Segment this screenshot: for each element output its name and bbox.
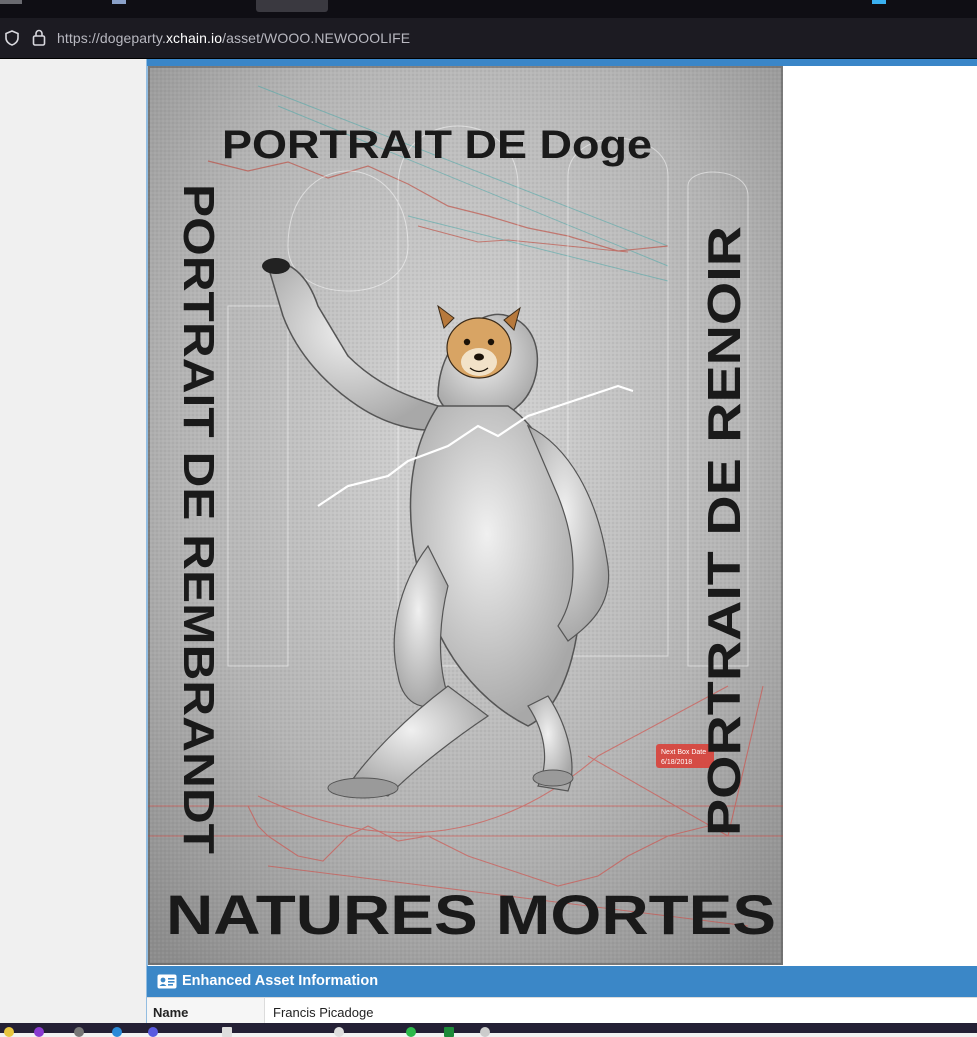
url-path: /asset/WOOO.NEWOOOLIFE [222,30,411,46]
artwork-left-text: PORTRAIT DE REMBRANDT [174,184,223,854]
taskbar-start-icon[interactable] [4,1027,14,1037]
extension-icon[interactable] [872,0,886,4]
artwork-title: PORTRAIT DE Doge [222,123,652,167]
taskbar-app-icon[interactable] [444,1027,454,1037]
taskbar-app-icon[interactable] [480,1027,490,1037]
tab-fragment[interactable] [0,0,22,4]
panel-title: Enhanced Asset Information [182,973,379,989]
os-taskbar [0,1023,977,1037]
tab-active[interactable] [256,0,328,12]
info-row-name: Name Francis Picadoge [147,997,977,1024]
taskbar-app-icon[interactable] [222,1027,232,1037]
lock-icon[interactable] [32,29,46,46]
info-value: Francis Picadoge [273,1005,374,1020]
tooltip-date: 6/18/2018 [661,759,692,766]
info-label: Name [153,1005,189,1020]
info-label-cell: Name [147,998,265,1024]
shield-icon[interactable] [4,30,20,46]
tab-favicon[interactable] [112,0,126,4]
taskbar-app-icon[interactable] [148,1027,158,1037]
panel-top-border [147,59,977,66]
taskbar-app-icon[interactable] [112,1027,122,1037]
artwork-bottom-text: NATURES MORTES [166,883,776,946]
id-card-icon [157,974,177,989]
taskbar-app-icon[interactable] [334,1027,344,1037]
taskbar-app-icon[interactable] [74,1027,84,1037]
enhanced-info-header: Enhanced Asset Information [147,966,977,997]
artwork-right-text: PORTRAIT DE RENOIR [698,226,750,836]
taskbar-app-icon[interactable] [406,1027,416,1037]
taskbar-app-icon[interactable] [34,1027,44,1037]
url-host: xchain.io [165,30,223,46]
page-margin [0,59,146,1023]
address-bar[interactable]: https://dogeparty.xchain.io/asset/WOOO.N… [0,18,977,59]
url-text[interactable]: https://dogeparty.xchain.io/asset/WOOO.N… [57,30,410,46]
tab-strip [0,0,977,18]
asset-artwork: Next Box Date 6/18/2018 PORTRAIT DE Doge… [148,66,783,965]
